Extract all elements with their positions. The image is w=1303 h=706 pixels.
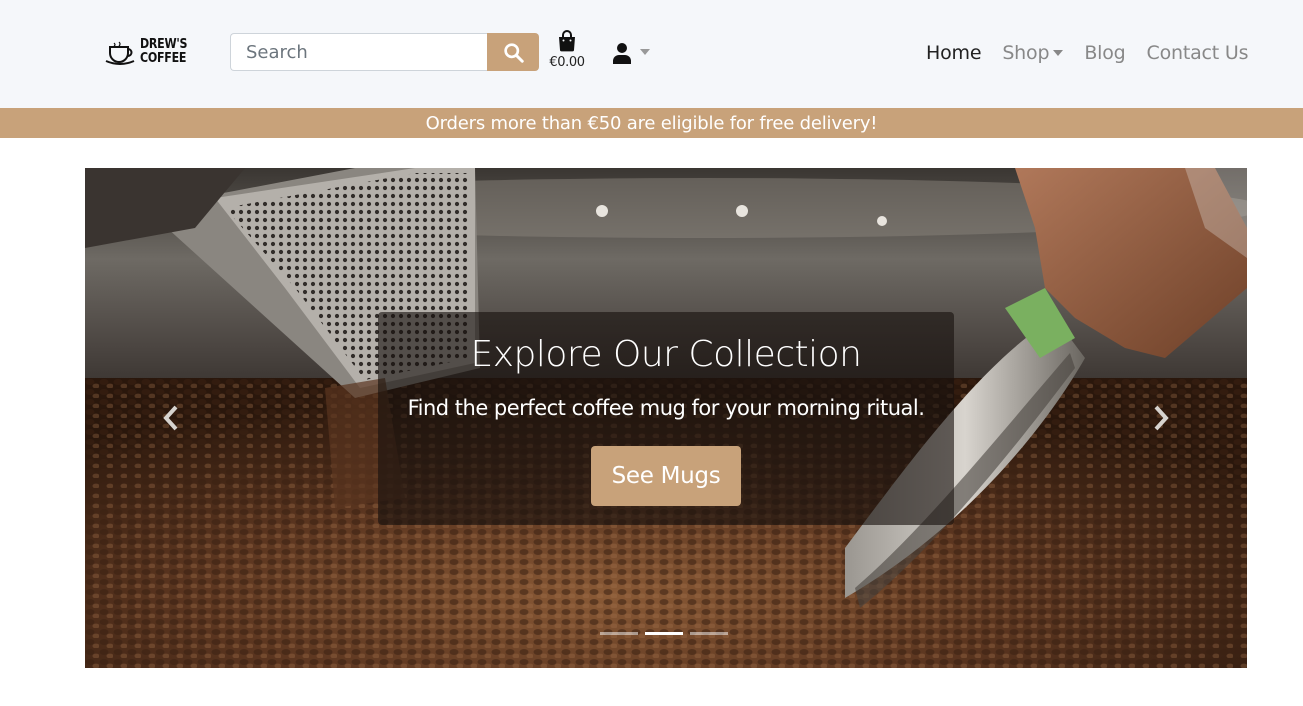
search-icon [503, 42, 524, 63]
chevron-left-icon [163, 405, 178, 431]
shopping-bag-icon [559, 30, 575, 52]
carousel-indicator-1[interactable] [600, 632, 638, 635]
chevron-down-icon [640, 49, 650, 55]
carousel-subtitle: Find the perfect coffee mug for your mor… [407, 396, 925, 420]
carousel-indicator-3[interactable] [690, 632, 728, 635]
cart-link[interactable]: €0.00 [546, 30, 588, 78]
search-button[interactable] [487, 33, 539, 71]
main-nav: Home Shop Blog Contact Us [926, 40, 1269, 66]
carousel-title: Explore Our Collection [470, 334, 863, 375]
brand-name: DREW'S COFFEE [140, 38, 187, 66]
carousel-caption: Explore Our Collection Find the perfect … [378, 312, 954, 525]
nav-home-label: Home [926, 42, 982, 64]
brand-logo[interactable]: DREW'S COFFEE [104, 37, 194, 69]
nav-blog[interactable]: Blog [1084, 42, 1125, 64]
carousel-indicator-2[interactable] [645, 632, 683, 635]
carousel-indicators [600, 632, 735, 636]
brand-line-2: COFFEE [140, 51, 187, 66]
nav-contact[interactable]: Contact Us [1147, 42, 1249, 64]
nav-home[interactable]: Home [926, 42, 982, 64]
see-mugs-button[interactable]: See Mugs [591, 446, 741, 506]
brand-line-1: DREW'S [140, 37, 188, 52]
chevron-right-icon [1154, 405, 1169, 431]
nav-blog-label: Blog [1084, 42, 1126, 64]
user-icon [613, 43, 631, 64]
coffee-cup-icon [105, 41, 135, 65]
cart-total: €0.00 [549, 55, 585, 70]
nav-shop[interactable]: Shop [1002, 42, 1064, 64]
carousel-next-button[interactable] [1146, 402, 1176, 434]
nav-shop-label: Shop [1002, 42, 1050, 64]
navbar: DREW'S COFFEE €0.00 Home [0, 0, 1303, 108]
hero-carousel: Explore Our Collection Find the perfect … [85, 168, 1247, 668]
account-dropdown[interactable] [612, 40, 658, 66]
search-form [230, 33, 539, 71]
nav-contact-label: Contact Us [1146, 42, 1249, 64]
carousel-prev-button[interactable] [156, 402, 186, 434]
search-input[interactable] [230, 33, 488, 71]
promo-banner: Orders more than €50 are eligible for fr… [0, 108, 1303, 138]
chevron-down-icon [1053, 50, 1064, 56]
